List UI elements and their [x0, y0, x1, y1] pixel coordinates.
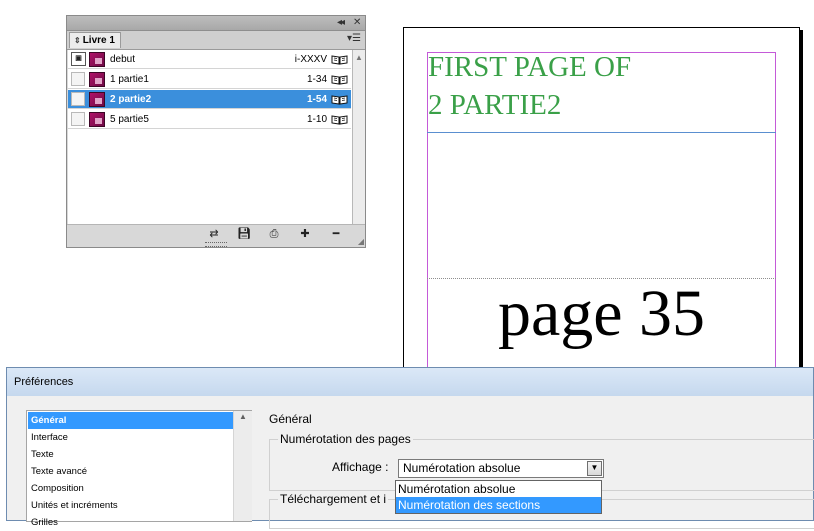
- panel-tab-row: ⇕ Livre 1 ▾☰: [67, 31, 365, 50]
- scroll-up-arrow-icon[interactable]: ▲: [239, 412, 247, 421]
- option-absolute-numbering[interactable]: Numérotation absolue: [396, 481, 601, 497]
- document-page-range: 1-34: [306, 74, 327, 85]
- display-select-value: Numérotation absolue: [403, 461, 521, 475]
- display-options-list: Numérotation absolue Numérotation des se…: [395, 480, 602, 514]
- book-panel-toolbar: ⇄ 💾︎ ⎙ ✚ ━: [67, 224, 365, 243]
- document-page-range: i-XXXV: [294, 54, 327, 65]
- category-item-texte-avance[interactable]: Texte avancé: [28, 463, 233, 480]
- dialog-title: Préférences: [14, 376, 74, 388]
- document-page: FIRST PAGE OF 2 PARTIE2 page 35: [403, 27, 800, 392]
- page-heading: FIRST PAGE OF 2 PARTIE2: [428, 51, 632, 121]
- close-icon[interactable]: ✕: [353, 16, 361, 30]
- open-book-icon: [331, 114, 348, 125]
- document-name: 1 partie1: [110, 74, 149, 85]
- document-page-range: 1-10: [306, 114, 327, 125]
- page-number-text: page 35: [497, 277, 706, 350]
- remove-document-icon[interactable]: ━: [329, 227, 343, 241]
- dialog-titlebar[interactable]: Préférences: [7, 368, 813, 396]
- open-book-icon: [331, 74, 348, 85]
- style-source-checkbox[interactable]: [71, 92, 85, 106]
- document-row-partie5[interactable]: 5 partie5 1-10: [68, 110, 351, 129]
- category-item-composition[interactable]: Composition: [28, 480, 233, 497]
- print-book-icon[interactable]: ⎙: [267, 227, 281, 241]
- resize-corner-icon[interactable]: ◢: [358, 237, 364, 246]
- document-name: 5 partie5: [110, 114, 149, 125]
- category-item-general[interactable]: Général: [28, 412, 233, 429]
- category-item-interface[interactable]: Interface: [28, 429, 233, 446]
- synchronize-icon[interactable]: ⇄: [207, 227, 221, 241]
- page-numbering-group-label: Numérotation des pages: [278, 432, 413, 446]
- book-tab-label: Livre 1: [82, 35, 115, 46]
- style-source-checkbox[interactable]: [71, 112, 85, 126]
- category-item-grilles[interactable]: Grilles: [28, 514, 233, 531]
- category-list: Général Interface Texte Texte avancé Com…: [26, 410, 252, 528]
- indesign-document-icon: [89, 92, 105, 107]
- document-list-scrollbar[interactable]: ▲ ▼: [353, 50, 365, 239]
- section-title: Général: [269, 412, 312, 426]
- scroll-up-arrow-icon[interactable]: ▲: [355, 53, 363, 62]
- document-name: debut: [110, 54, 136, 65]
- document-row-debut[interactable]: ▣ debut i-XXXV: [68, 50, 351, 69]
- document-page-range: 1-54: [306, 94, 327, 105]
- document-name: 2 partie2: [110, 94, 152, 105]
- category-list-scrollbar[interactable]: ▲: [233, 411, 252, 521]
- indesign-document-icon: [89, 52, 105, 67]
- book-panel: ◂◂ ✕ ⇕ Livre 1 ▾☰ ▣ debut i-XXXV 1 partie…: [66, 15, 366, 248]
- indesign-document-icon: [89, 72, 105, 87]
- option-section-numbering[interactable]: Numérotation des sections: [396, 497, 601, 513]
- chevron-down-icon[interactable]: ▼: [587, 461, 602, 476]
- style-source-icon[interactable]: ▣: [71, 52, 86, 66]
- category-item-unites[interactable]: Unités et incréments: [28, 497, 233, 514]
- category-item-texte[interactable]: Texte: [28, 446, 233, 463]
- document-row-partie2[interactable]: 2 partie2 1-54: [68, 90, 351, 109]
- style-source-checkbox[interactable]: [71, 72, 85, 86]
- open-book-icon: [331, 54, 348, 65]
- panel-titlebar[interactable]: ◂◂ ✕: [67, 16, 365, 31]
- add-document-icon[interactable]: ✚: [298, 227, 312, 241]
- display-label: Affichage :: [332, 460, 389, 474]
- sort-arrows-icon: ⇕: [74, 36, 81, 45]
- document-row-partie1[interactable]: 1 partie1 1-34: [68, 70, 351, 89]
- upload-group-label: Téléchargement et i: [278, 492, 389, 506]
- double-chevron-left-icon[interactable]: ◂◂: [337, 16, 345, 30]
- save-book-icon[interactable]: 💾︎: [237, 227, 251, 241]
- book-tab[interactable]: ⇕ Livre 1: [69, 32, 121, 48]
- panel-menu-icon[interactable]: ▾☰: [347, 33, 361, 44]
- display-select[interactable]: Numérotation absolue ▼: [398, 459, 604, 478]
- open-book-icon: [331, 94, 348, 105]
- panel-resize-grip[interactable]: [205, 242, 227, 247]
- document-list: ▣ debut i-XXXV 1 partie1 1-34 2 partie2 …: [68, 50, 353, 239]
- indesign-document-icon: [89, 112, 105, 127]
